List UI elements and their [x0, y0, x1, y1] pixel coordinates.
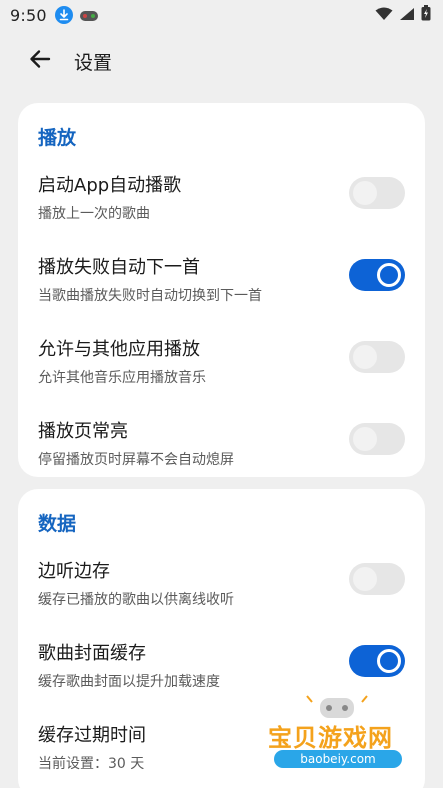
- watermark-text: 宝贝游戏网: [268, 724, 393, 752]
- setting-title: 边听边存: [38, 561, 110, 582]
- page-title: 设置: [74, 51, 113, 74]
- status-time: 9:50: [10, 5, 47, 25]
- toggle-knob: [377, 649, 401, 673]
- setting-subtitle: 缓存歌曲封面以提升加载速度: [38, 674, 220, 690]
- setting-title: 启动App自动播歌: [38, 175, 182, 196]
- wifi-icon: [375, 6, 393, 25]
- setting-subtitle: 当前设置：30 天: [38, 756, 145, 772]
- toggle-switch-off[interactable]: [349, 177, 405, 209]
- toggle-knob: [377, 263, 401, 287]
- toggle-switch-off[interactable]: [349, 563, 405, 595]
- status-bar: 9:50: [0, 0, 443, 30]
- watermark-url: baobeiy.com: [274, 750, 402, 768]
- setting-row-keep-screen-on[interactable]: 播放页常亮 停留播放页时屏幕不会自动熄屏: [18, 413, 425, 483]
- back-arrow-icon: [28, 47, 52, 75]
- setting-title: 歌曲封面缓存: [38, 643, 146, 664]
- setting-subtitle: 停留播放页时屏幕不会自动熄屏: [38, 452, 234, 468]
- back-button[interactable]: [18, 39, 62, 83]
- section-title-playback: 播放: [38, 127, 77, 149]
- app-bar: 设置: [0, 38, 443, 84]
- toggle-knob: [353, 345, 377, 369]
- toggle-switch-on[interactable]: [349, 259, 405, 291]
- section-title-data: 数据: [38, 513, 77, 535]
- setting-row-autoplay-on-launch[interactable]: 启动App自动播歌 播放上一次的歌曲: [18, 167, 425, 237]
- download-icon: [54, 6, 73, 24]
- setting-title: 播放失败自动下一首: [38, 257, 200, 278]
- playback-settings-card: 播放 启动App自动播歌 播放上一次的歌曲 播放失败自动下一首 当歌曲播放失败时…: [18, 103, 425, 477]
- battery-charging-icon: [421, 5, 431, 25]
- game-controller-icon: [79, 8, 99, 22]
- setting-title: 播放页常亮: [38, 421, 128, 442]
- setting-title: 缓存过期时间: [38, 725, 146, 746]
- setting-subtitle: 当歌曲播放失败时自动切换到下一首: [38, 288, 262, 304]
- toggle-knob: [353, 181, 377, 205]
- setting-row-skip-on-failure[interactable]: 播放失败自动下一首 当歌曲播放失败时自动切换到下一首: [18, 249, 425, 319]
- setting-subtitle: 缓存已播放的歌曲以供离线收听: [38, 592, 234, 608]
- setting-title: 允许与其他应用播放: [38, 339, 200, 360]
- signal-icon: [399, 6, 415, 25]
- setting-row-cache-while-listening[interactable]: 边听边存 缓存已播放的歌曲以供离线收听: [18, 553, 425, 623]
- status-system-icons: [375, 5, 431, 25]
- toggle-knob: [353, 567, 377, 591]
- status-notifications: [54, 6, 99, 24]
- toggle-switch-off[interactable]: [349, 341, 405, 373]
- setting-subtitle: 播放上一次的歌曲: [38, 206, 150, 222]
- setting-subtitle: 允许其他音乐应用播放音乐: [38, 370, 206, 386]
- toggle-switch-on[interactable]: [349, 645, 405, 677]
- watermark: 宝贝游戏网 baobeiy.com: [262, 694, 412, 782]
- setting-row-allow-mixing[interactable]: 允许与其他应用播放 允许其他音乐应用播放音乐: [18, 331, 425, 401]
- toggle-switch-off[interactable]: [349, 423, 405, 455]
- toggle-knob: [353, 427, 377, 451]
